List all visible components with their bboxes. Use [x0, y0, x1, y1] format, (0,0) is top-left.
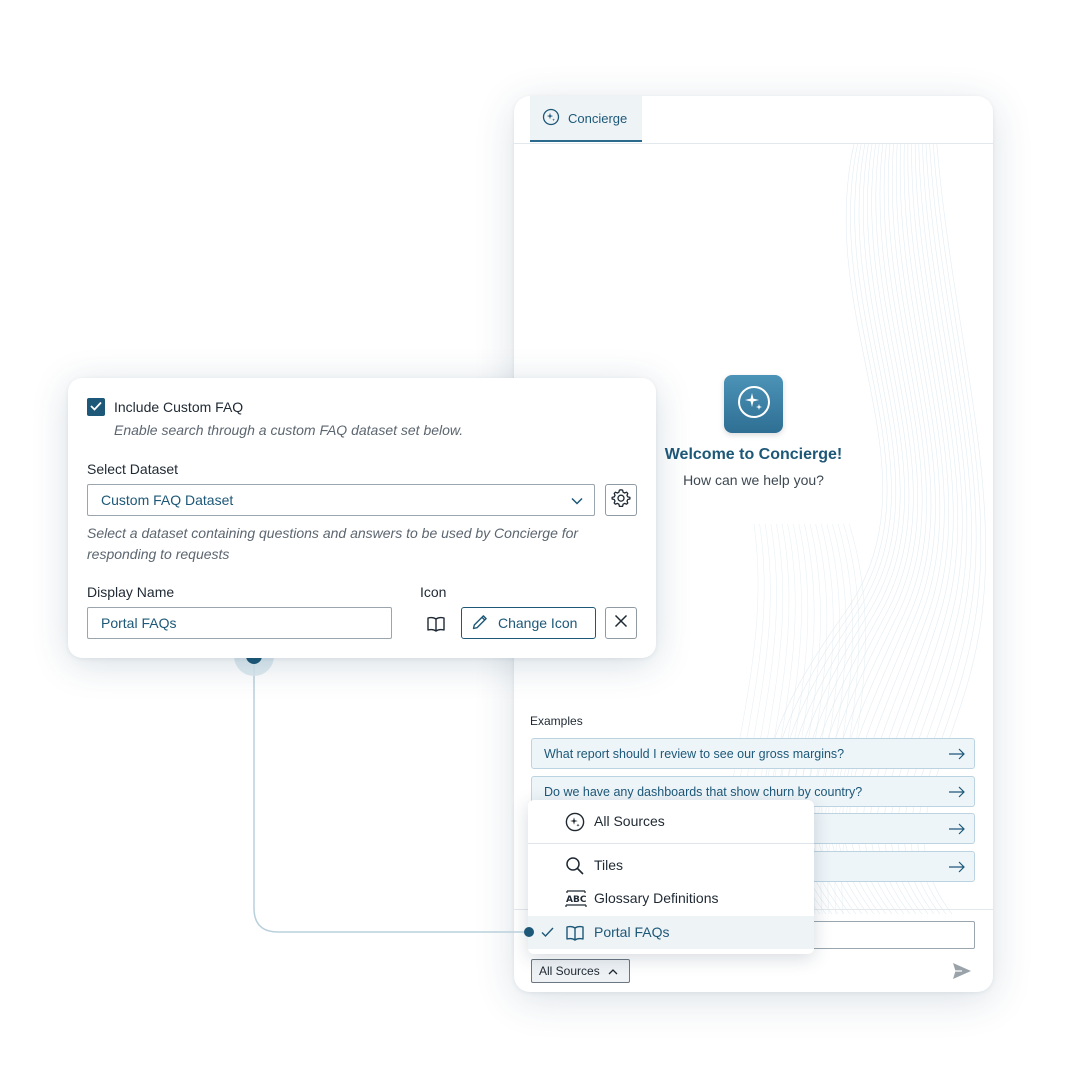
dataset-select-value: Custom FAQ Dataset	[101, 492, 234, 508]
examples-label: Examples	[530, 714, 583, 728]
include-custom-faq-label: Include Custom FAQ	[114, 399, 244, 415]
dataset-select[interactable]: Custom FAQ Dataset	[87, 484, 595, 516]
example-text: Do we have any dashboards that show chur…	[544, 784, 863, 799]
svg-text:ABC: ABC	[566, 895, 587, 905]
tab-label: Concierge	[568, 110, 628, 126]
sparkle-icon	[542, 108, 560, 129]
gear-icon	[611, 488, 631, 513]
book-icon	[426, 615, 446, 638]
display-name-input[interactable]: Portal FAQs	[87, 607, 392, 639]
arrow-right-icon	[948, 860, 966, 877]
change-icon-button[interactable]: Change Icon	[461, 607, 596, 639]
include-custom-faq-help: Enable search through a custom FAQ datas…	[114, 422, 464, 438]
clear-icon-button[interactable]	[605, 607, 637, 639]
checkmark-icon	[541, 925, 554, 941]
arrow-right-icon	[948, 785, 966, 802]
dataset-settings-button[interactable]	[605, 484, 637, 516]
book-icon	[565, 923, 585, 946]
include-custom-faq-checkbox[interactable]	[87, 398, 105, 416]
sources-dropdown-button[interactable]: All Sources	[531, 959, 630, 983]
menu-item-label: Portal FAQs	[594, 924, 670, 940]
chevron-down-icon	[570, 494, 584, 510]
checkmark-icon	[90, 398, 102, 416]
menu-item-glossary-definitions[interactable]: ABC Glossary Definitions	[528, 882, 814, 915]
tab-concierge[interactable]: Concierge	[530, 96, 642, 142]
search-icon	[565, 856, 585, 879]
pencil-icon	[471, 613, 489, 634]
select-dataset-label: Select Dataset	[87, 461, 179, 477]
menu-item-tiles[interactable]: Tiles	[528, 849, 814, 882]
close-icon	[614, 614, 628, 633]
menu-divider	[528, 843, 814, 844]
menu-item-label: Tiles	[594, 857, 624, 873]
example-prompt[interactable]: What report should I review to see our g…	[531, 738, 975, 769]
tab-bar: Concierge	[514, 96, 993, 144]
icon-label: Icon	[420, 584, 447, 600]
example-text: What report should I review to see our g…	[544, 746, 845, 761]
menu-item-all-sources[interactable]: All Sources	[528, 805, 814, 838]
change-icon-label: Change Icon	[498, 615, 578, 631]
menu-item-label: Glossary Definitions	[594, 890, 719, 906]
chevron-up-icon	[608, 964, 618, 978]
menu-item-label: All Sources	[594, 813, 665, 829]
display-name-label: Display Name	[87, 584, 175, 600]
dataset-help-text: Select a dataset containing questions an…	[87, 525, 579, 562]
menu-item-portal-faqs[interactable]: Portal FAQs	[528, 916, 814, 949]
send-icon	[952, 963, 972, 984]
custom-faq-settings-card: Include Custom FAQ Enable search through…	[68, 378, 656, 658]
arrow-right-icon	[948, 822, 966, 839]
sources-button-label: All Sources	[539, 964, 600, 978]
concierge-logo	[724, 375, 783, 433]
sparkle-icon	[736, 384, 772, 425]
send-button[interactable]	[952, 962, 972, 985]
arrow-right-icon	[948, 747, 966, 764]
sources-menu: All Sources Tiles ABC Glossary Definitio…	[528, 800, 814, 954]
display-name-value: Portal FAQs	[101, 615, 177, 631]
sparkle-icon	[565, 812, 585, 835]
abc-icon: ABC	[565, 889, 587, 912]
